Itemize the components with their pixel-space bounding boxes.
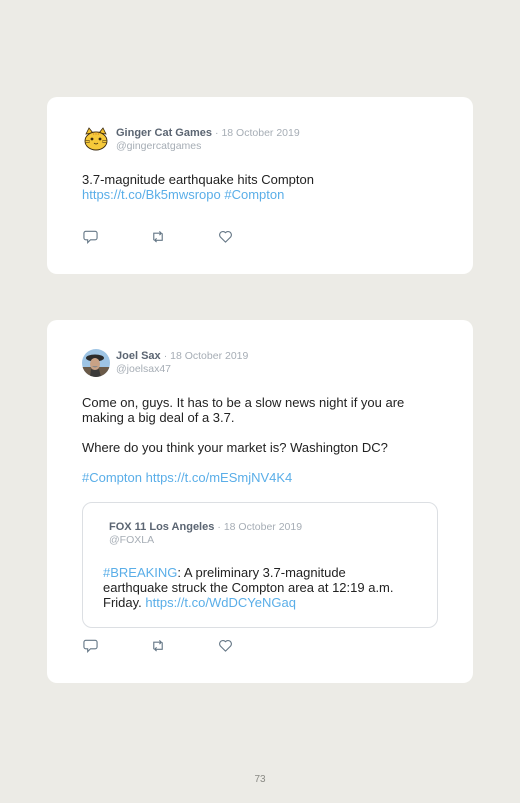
ginger-cat-avatar[interactable] (82, 125, 110, 153)
author-name[interactable]: Joel Sax (116, 350, 161, 362)
quoted-text-fragment: : A preliminary 3.7-magnitude (177, 565, 346, 580)
author-name[interactable]: Ginger Cat Games (116, 127, 212, 139)
tweet-card: Joel Sax · 18 October 2019 @joelsax47 Co… (47, 320, 473, 683)
tweet-text-line: Where do you think your market is? Washi… (82, 440, 388, 455)
reply-icon[interactable] (83, 638, 99, 654)
quoted-author-line: FOX 11 Los Angeles · 18 October 2019 (109, 521, 302, 533)
retweet-icon[interactable] (150, 229, 166, 245)
tweet-link[interactable]: https://t.co/WdDCYeNGaq (145, 595, 296, 610)
like-icon[interactable] (218, 638, 234, 654)
tweet-date[interactable]: · 18 October 2019 (215, 127, 300, 139)
tweet-text-line: making a big deal of a 3.7. (82, 410, 235, 425)
quoted-tweet[interactable]: FOX 11 Los Angeles · 18 October 2019 @FO… (82, 502, 438, 628)
quoted-tweet-date[interactable]: · 18 October 2019 (217, 521, 302, 533)
quoted-text-fragment: Friday. (103, 595, 142, 610)
hashtag-link[interactable]: #Compton (82, 470, 142, 485)
author-line: Ginger Cat Games · 18 October 2019 (116, 127, 300, 139)
quoted-text-line: #BREAKING: A preliminary 3.7-magnitude (103, 565, 346, 580)
tweet-actions (83, 638, 243, 654)
joel-sax-avatar[interactable] (82, 349, 110, 377)
author-handle[interactable]: @joelsax47 (116, 363, 171, 375)
tweet-card: Ginger Cat Games · 18 October 2019 @ging… (47, 97, 473, 274)
author-handle[interactable]: @gingercatgames (116, 140, 201, 152)
like-icon[interactable] (218, 229, 234, 245)
hashtag-link[interactable]: #BREAKING (103, 565, 177, 580)
quoted-author-name[interactable]: FOX 11 Los Angeles (109, 521, 214, 533)
page-number: 73 (254, 774, 266, 785)
tweet-link[interactable]: https://t.co/mESmjNV4K4 (146, 470, 293, 485)
quoted-author-handle[interactable]: @FOXLA (109, 534, 154, 546)
retweet-icon[interactable] (150, 638, 166, 654)
tweet-text-line: 3.7-magnitude earthquake hits Compton (82, 172, 314, 187)
hashtag-link[interactable]: #Compton (224, 187, 284, 202)
quoted-text-line: Friday. https://t.co/WdDCYeNGaq (103, 595, 296, 610)
reply-icon[interactable] (83, 229, 99, 245)
tweet-links-line: https://t.co/Bk5mwsropo #Compton (82, 187, 284, 202)
tweet-link[interactable]: https://t.co/Bk5mwsropo (82, 187, 221, 202)
author-line: Joel Sax · 18 October 2019 (116, 350, 248, 362)
tweet-text-line: Come on, guys. It has to be a slow news … (82, 395, 405, 410)
quoted-text-line: earthquake struck the Compton area at 12… (103, 580, 394, 595)
tweet-links-line: #Compton https://t.co/mESmjNV4K4 (82, 470, 292, 485)
tweet-actions (83, 229, 243, 245)
tweet-date[interactable]: · 18 October 2019 (164, 350, 249, 362)
